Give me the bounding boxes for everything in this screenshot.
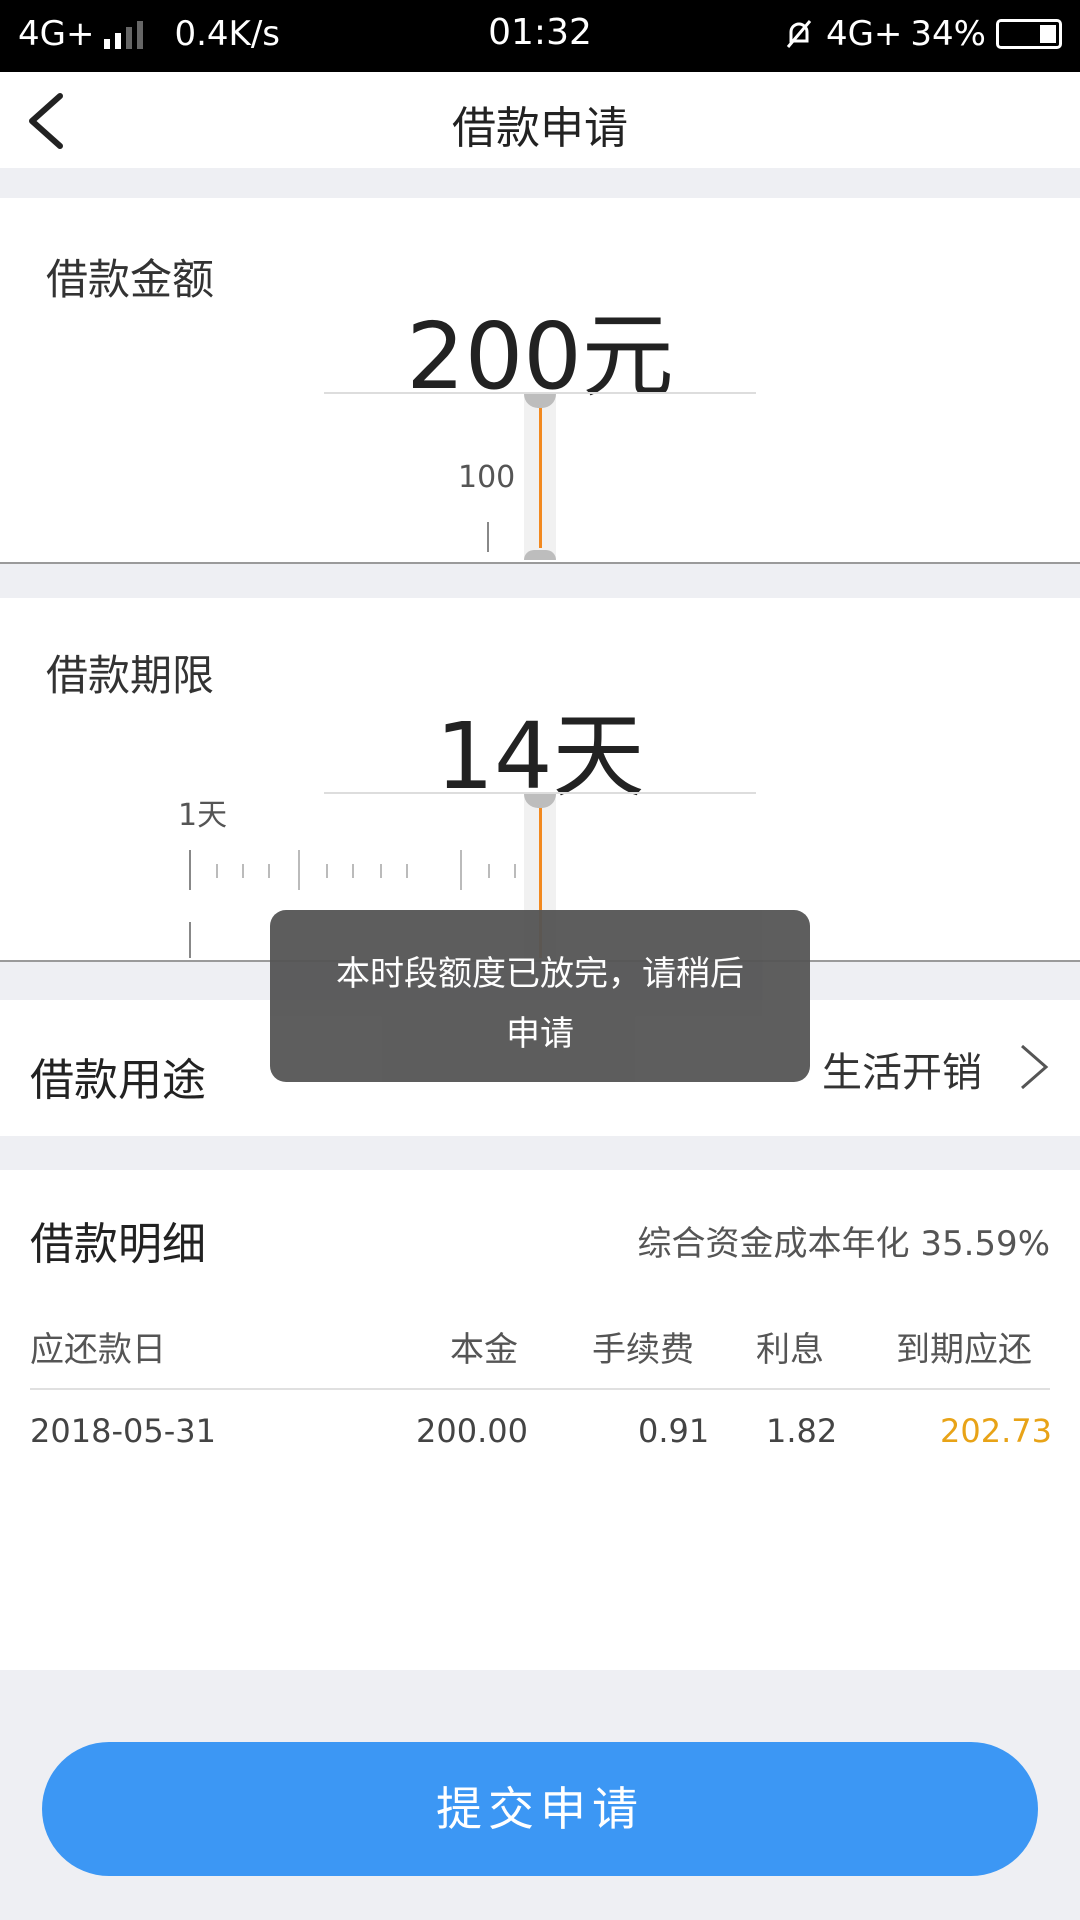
page-title: 借款申请 — [452, 103, 628, 154]
cell-fee: 0.91 — [638, 1412, 710, 1450]
cell-due-date: 2018-05-31 — [30, 1412, 216, 1450]
purpose-value: 生活开销 — [822, 1050, 982, 1096]
header-total-due: 到期应还 — [896, 1330, 1032, 1370]
mute-bell-icon — [786, 20, 812, 48]
divider — [0, 562, 1080, 564]
network-type-right: 4G+ — [825, 14, 903, 54]
purpose-label: 借款用途 — [30, 1055, 206, 1106]
term-tick-label: 1天 — [178, 798, 228, 833]
term-card: 借款期限 14天 1天 — [0, 598, 1080, 962]
battery-icon — [996, 19, 1062, 49]
annual-rate: 综合资金成本年化 35.59% — [637, 1224, 1050, 1264]
status-right: 4G+ 34% — [782, 14, 1062, 54]
details-title: 借款明细 — [30, 1219, 206, 1270]
amount-tick-label: 100 — [458, 460, 516, 495]
amount-card: 借款金额 200元 100 — [0, 198, 1080, 564]
amount-slider-handle[interactable] — [524, 394, 556, 560]
status-bar: 4G+ 0.4K/s 01:32 4G+ 34% — [0, 0, 1080, 72]
header-interest: 利息 — [756, 1330, 824, 1370]
amount-tick — [487, 522, 489, 552]
toast-message: 本时段额度已放完，请稍后申请 — [270, 910, 810, 1082]
table-divider — [30, 1388, 1050, 1390]
header-fee: 手续费 — [592, 1330, 694, 1370]
header-principal: 本金 — [450, 1330, 518, 1370]
submit-button[interactable]: 提交申请 — [42, 1742, 1038, 1876]
chevron-right-icon — [1021, 1044, 1049, 1090]
top-nav: 借款申请 — [0, 72, 1080, 168]
header-due-date: 应还款日 — [30, 1330, 166, 1370]
cell-principal: 200.00 — [416, 1412, 528, 1450]
battery-percent: 34% — [910, 14, 986, 54]
cell-interest: 1.82 — [766, 1412, 838, 1450]
cell-total-due: 202.73 — [940, 1412, 1052, 1450]
